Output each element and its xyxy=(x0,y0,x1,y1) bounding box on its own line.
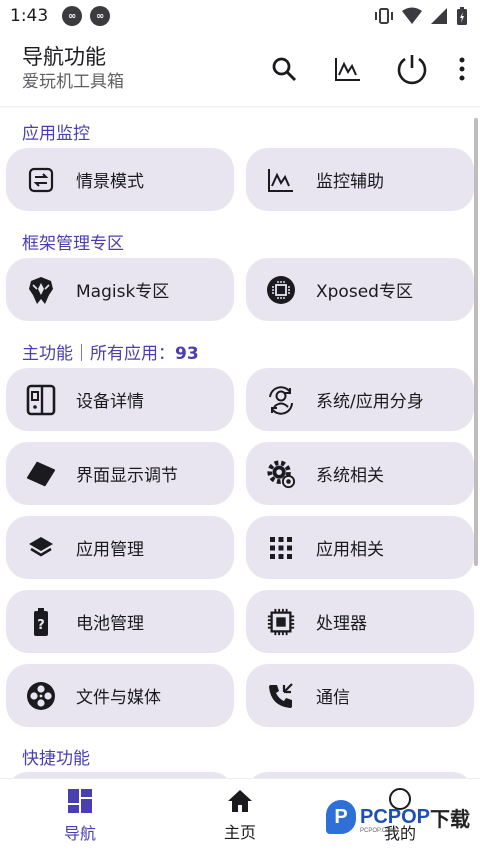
notification-icon: ∞ xyxy=(62,6,83,26)
dashboard-icon xyxy=(68,789,92,813)
tile-system[interactable]: 系统相关 xyxy=(246,442,474,505)
tile-label: 应用相关 xyxy=(316,540,384,560)
tile-processor[interactable]: 处理器 xyxy=(246,590,474,653)
tile-files-media[interactable]: 文件与媒体 xyxy=(6,664,234,727)
power-button[interactable] xyxy=(380,41,444,97)
nav-content[interactable]: 应用监控 情景模式 监控辅助 框架管理专区 Magisk专区 Xposed专区 … xyxy=(0,108,480,778)
page-title: 导航功能 xyxy=(22,45,106,69)
tile-clone[interactable]: 系统/应用分身 xyxy=(246,368,474,431)
nav-label: 导航 xyxy=(63,824,96,843)
swap-icon xyxy=(26,165,56,195)
battery-icon xyxy=(457,7,467,25)
tile-scene-mode[interactable]: 情景模式 xyxy=(6,148,234,211)
tile-label: 监控辅助 xyxy=(316,172,384,192)
section-title-main: 主功能｜所有应用：93 xyxy=(22,339,199,364)
film-reel-icon xyxy=(26,681,56,711)
tile-communication[interactable]: 通信 xyxy=(246,664,474,727)
power-icon xyxy=(397,55,427,85)
tile-device-details[interactable]: 设备详情 xyxy=(6,368,234,431)
tile-label: 系统/应用分身 xyxy=(316,392,424,412)
apps-grid-icon xyxy=(266,533,296,563)
app-bar-titles: 导航功能 爱玩机工具箱 xyxy=(22,44,252,94)
search-button[interactable] xyxy=(252,41,316,97)
magisk-icon xyxy=(26,275,56,305)
signal-icon xyxy=(431,8,447,24)
tile-battery[interactable]: ? 电池管理 xyxy=(6,590,234,653)
device-icon xyxy=(26,384,56,415)
notification-icon-2: ∞ xyxy=(90,6,111,26)
section-title-app-monitor: 应用监控 xyxy=(22,124,90,144)
nav-item-navigation[interactable]: 导航 xyxy=(0,779,160,853)
watermark-download: 下载 xyxy=(430,808,471,831)
layers-icon xyxy=(26,533,56,563)
tile-xposed[interactable]: Xposed专区 xyxy=(246,258,474,321)
watermark-text: PCPOP xyxy=(360,805,431,828)
chart-line-icon xyxy=(266,165,296,195)
tile-monitor-assist[interactable]: 监控辅助 xyxy=(246,148,474,211)
tile-label: 系统相关 xyxy=(316,466,384,486)
tile-app-related[interactable]: 应用相关 xyxy=(246,516,474,579)
nav-label: 主页 xyxy=(223,823,256,842)
xposed-icon xyxy=(266,275,296,305)
vibrate-icon xyxy=(375,8,393,24)
chart-line-icon xyxy=(335,58,360,81)
tile-display-adjust[interactable]: 界面显示调节 xyxy=(6,442,234,505)
tile-label: 通信 xyxy=(316,688,350,708)
app-bar-actions xyxy=(252,41,480,97)
svg-text:?: ? xyxy=(37,618,45,633)
nav-item-home[interactable]: 主页 xyxy=(160,779,320,853)
app-bar: 导航功能 爱玩机工具箱 xyxy=(0,32,480,106)
tile-label: 应用管理 xyxy=(76,540,144,560)
tile-label: 界面显示调节 xyxy=(76,466,178,486)
tile-magisk[interactable]: Magisk专区 xyxy=(6,258,234,321)
home-icon xyxy=(228,790,252,812)
app-subtitle: 爱玩机工具箱 xyxy=(22,72,124,92)
section-title-framework: 框架管理专区 xyxy=(22,234,124,254)
more-button[interactable] xyxy=(444,41,480,97)
section-title-main-text: 主功能｜所有应用： xyxy=(22,344,175,364)
monitor-button[interactable] xyxy=(316,41,380,97)
section-title-shortcuts: 快捷功能 xyxy=(22,749,90,769)
app-count: 93 xyxy=(175,344,199,364)
tile-label: 情景模式 xyxy=(76,172,144,192)
settings-icon xyxy=(266,459,296,489)
tile-label: Magisk专区 xyxy=(76,282,170,302)
watermark-small: PCPOP.COM xyxy=(360,828,396,834)
status-time: 1:43 xyxy=(10,6,49,26)
scrollbar[interactable] xyxy=(474,118,478,566)
pcpop-watermark: P PCPOP 下载 PCPOP.COM xyxy=(326,800,470,834)
account-sync-icon xyxy=(266,385,296,415)
tile-label: Xposed专区 xyxy=(316,282,413,302)
tile-app-manage[interactable]: 应用管理 xyxy=(6,516,234,579)
tile-label: 处理器 xyxy=(316,614,367,634)
wifi-icon xyxy=(402,7,422,24)
phone-forward-icon xyxy=(266,681,296,711)
tile-label: 文件与媒体 xyxy=(76,688,161,708)
battery-unknown-icon: ? xyxy=(26,607,56,637)
chip-icon xyxy=(266,607,296,637)
search-icon xyxy=(272,57,297,82)
tile-label: 电池管理 xyxy=(76,614,144,634)
tile-label: 设备详情 xyxy=(76,392,144,412)
status-bar: 1:43 ∞ ∞ xyxy=(0,0,480,32)
pcpop-logo: P xyxy=(326,800,356,834)
more-vert-icon xyxy=(459,57,465,81)
diamond-icon xyxy=(26,459,56,489)
